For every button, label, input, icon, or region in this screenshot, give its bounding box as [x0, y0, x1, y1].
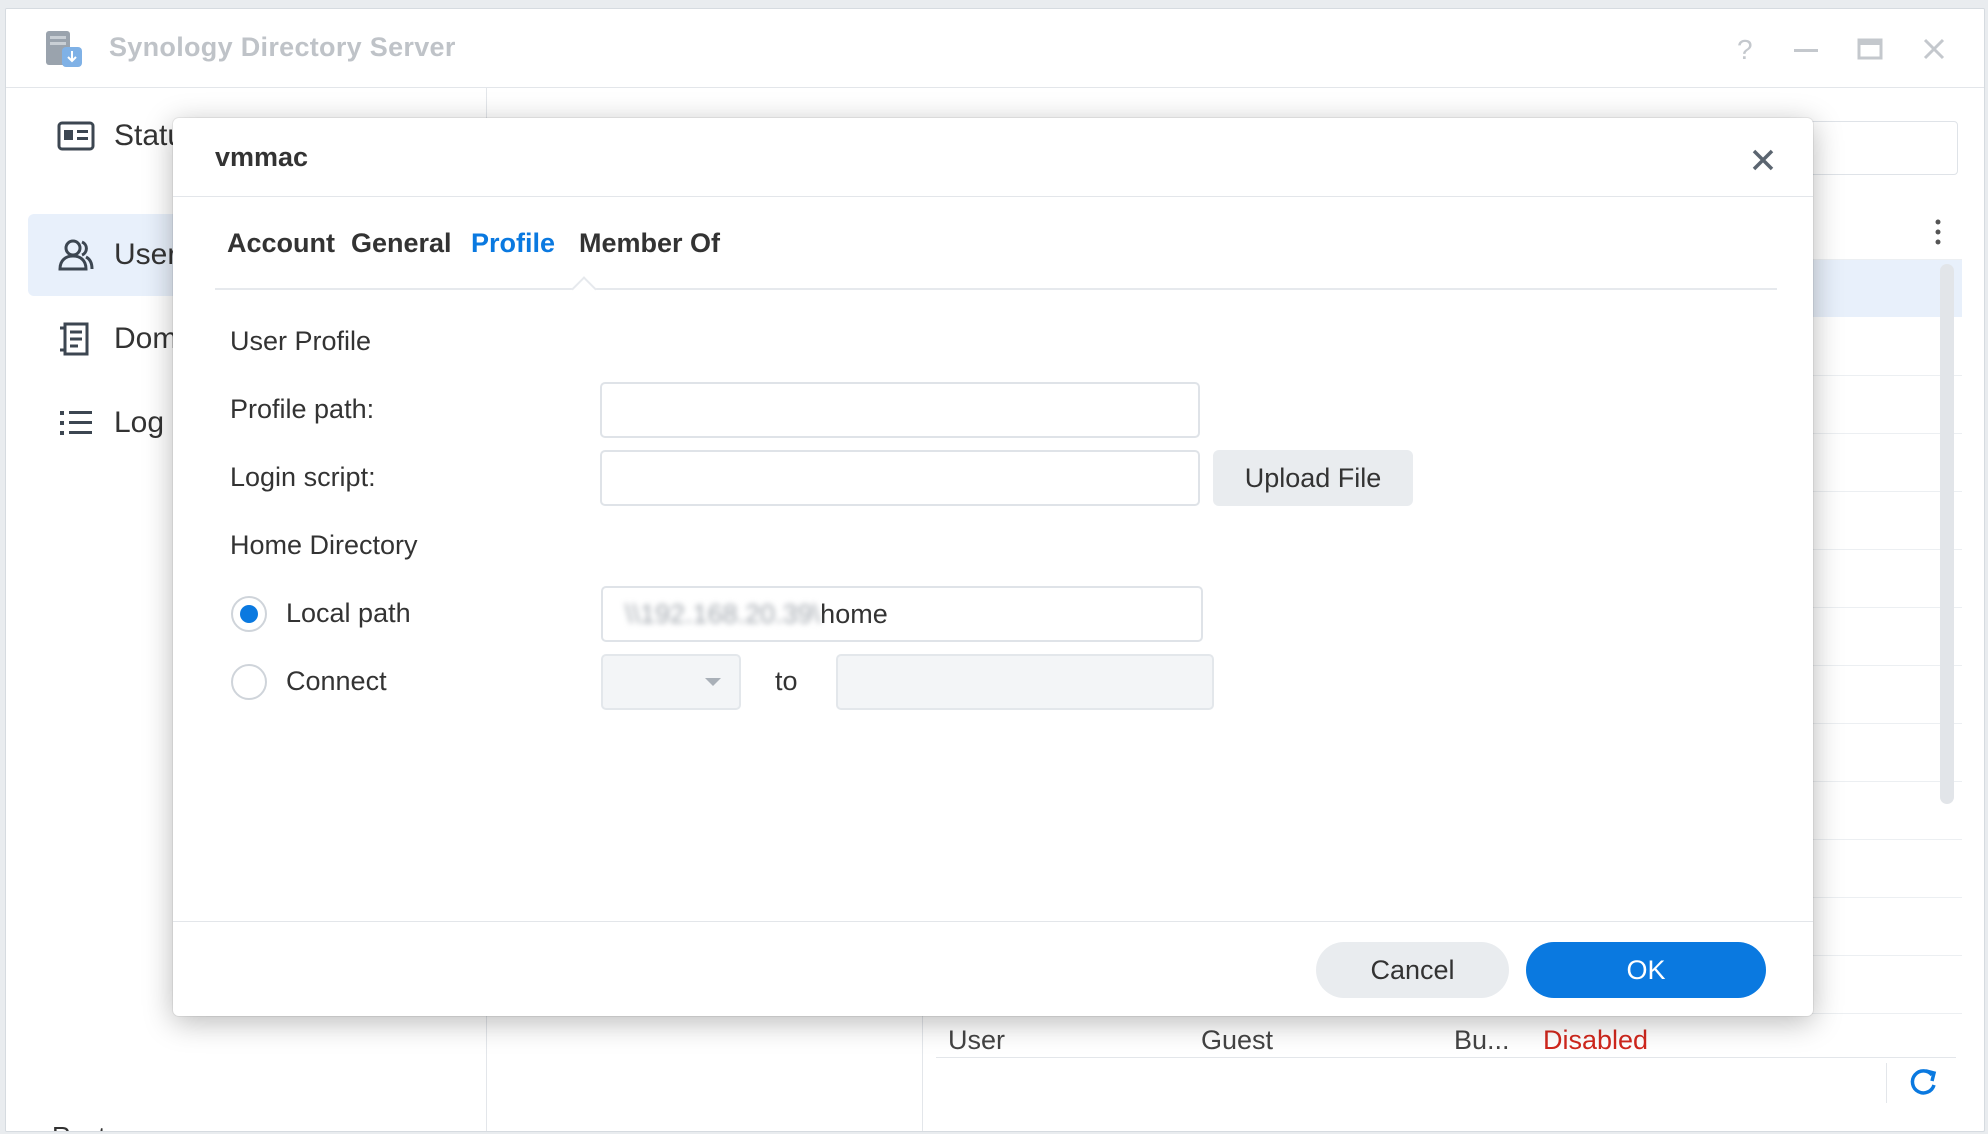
section-user-profile: User Profile	[230, 326, 372, 356]
login-script-input[interactable]	[600, 450, 1200, 506]
table-footer	[936, 1057, 1956, 1110]
directory-server-app-icon	[46, 31, 82, 67]
users-icon	[58, 239, 94, 271]
domain-icon	[60, 322, 89, 356]
more-options-icon[interactable]	[1934, 217, 1942, 247]
divider	[173, 196, 1813, 197]
divider	[173, 921, 1813, 922]
app-title: Synology Directory Server	[109, 32, 456, 62]
minimize-icon[interactable]	[1790, 33, 1822, 65]
tab-general[interactable]: General	[351, 228, 452, 259]
local-path-radio[interactable]	[231, 596, 267, 632]
chevron-down-icon	[705, 678, 721, 686]
profile-path-label: Profile path:	[230, 394, 375, 424]
tab-member-of[interactable]: Member Of	[579, 228, 720, 259]
drive-letter-select[interactable]	[601, 654, 741, 710]
to-label: to	[775, 666, 798, 696]
ok-button[interactable]: OK	[1526, 942, 1766, 998]
sidebar-item-label: Log	[114, 406, 165, 439]
maximize-icon[interactable]	[1854, 33, 1886, 65]
refresh-icon[interactable]	[1904, 1065, 1940, 1101]
sidebar-bottom-item: Rusty	[52, 1121, 118, 1131]
close-icon[interactable]	[1745, 142, 1781, 178]
tab-profile[interactable]: Profile	[471, 228, 555, 259]
help-icon[interactable]: ?	[1728, 33, 1760, 65]
local-path-share: home	[820, 598, 888, 629]
footer-separator	[1886, 1063, 1887, 1103]
connect-path-input[interactable]	[836, 654, 1214, 710]
title-bar: Synology Directory Server ?	[6, 9, 1984, 88]
table-scrollbar[interactable]	[1940, 264, 1954, 804]
user-edit-dialog: vmmac Account General Profile Member Of …	[173, 118, 1813, 1016]
profile-path-input[interactable]	[600, 382, 1200, 438]
sidebar-item-label: User	[114, 238, 178, 271]
dialog-tabs: Account General Profile Member Of	[215, 228, 1775, 288]
section-home-directory: Home Directory	[230, 530, 418, 560]
connect-label: Connect	[286, 666, 387, 696]
status-card-icon	[57, 121, 95, 151]
dialog-title: vmmac	[215, 142, 309, 172]
upload-file-button[interactable]: Upload File	[1213, 450, 1413, 506]
login-script-label: Login script:	[230, 462, 376, 492]
svg-text:?: ?	[1737, 34, 1753, 65]
tab-account[interactable]: Account	[227, 228, 335, 259]
cancel-button[interactable]: Cancel	[1316, 942, 1509, 998]
local-path-host: \\192.168.20.39\	[625, 598, 821, 629]
connect-radio[interactable]	[231, 664, 267, 700]
window-close-icon[interactable]	[1918, 33, 1950, 65]
local-path-label: Local path	[286, 598, 411, 628]
list-icon	[60, 411, 92, 435]
tabs-underline	[215, 288, 1777, 290]
local-path-field[interactable]: \\192.168.20.39\ home	[601, 586, 1203, 642]
sidebar-item-label: Dom	[114, 322, 178, 355]
